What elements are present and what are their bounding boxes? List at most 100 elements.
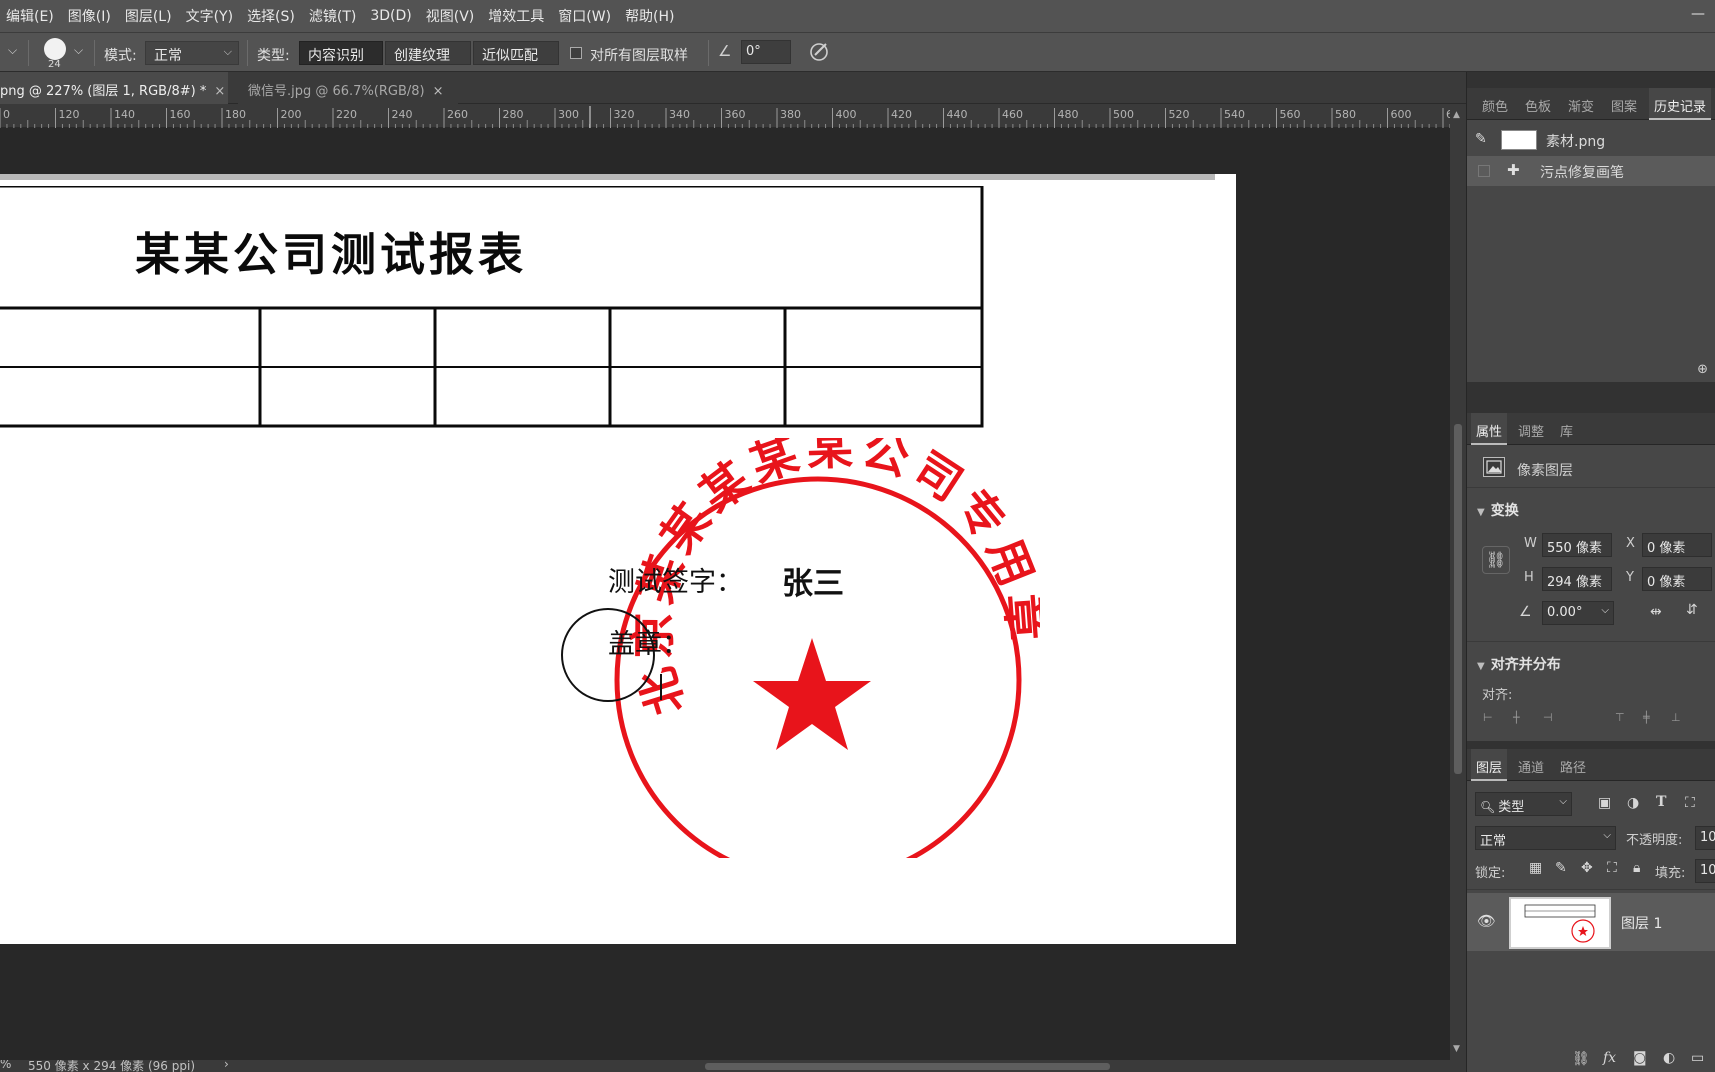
tab-history[interactable]: 历史记录 xyxy=(1649,88,1712,120)
zoom-level[interactable]: % xyxy=(0,1060,11,1071)
tab-patterns[interactable]: 图案 xyxy=(1606,88,1642,120)
layer-name[interactable]: 图层 1 xyxy=(1621,913,1662,933)
window-minimize-button[interactable]: — xyxy=(1687,6,1709,24)
menu-image[interactable]: 图像(I) xyxy=(68,6,111,26)
lock-all-icon[interactable]: 🔒︎ xyxy=(1633,860,1640,876)
menu-layer[interactable]: 图层(L) xyxy=(125,6,172,26)
brush-picker-chevron-icon[interactable]: ⌵ xyxy=(74,43,83,58)
lock-transparent-pixels-icon[interactable]: ▦ xyxy=(1529,860,1542,876)
tab-libraries[interactable]: 库 xyxy=(1555,413,1578,445)
lock-position-icon[interactable]: ✥ xyxy=(1581,860,1593,876)
scroll-down-icon[interactable]: ▼ xyxy=(1453,1044,1460,1054)
adjustment-layer-icon[interactable]: ◐ xyxy=(1663,1050,1675,1066)
vertical-divider xyxy=(247,40,248,66)
filter-shape-layers-icon[interactable]: ⛶ xyxy=(1685,795,1695,811)
fill-input[interactable]: 100% xyxy=(1695,859,1715,883)
horizontal-scrollbar-thumb[interactable] xyxy=(705,1063,1110,1070)
height-input[interactable]: 294 像素 xyxy=(1542,567,1612,591)
menu-filter[interactable]: 滤镜(T) xyxy=(309,6,356,26)
layer-filter-dropdown[interactable]: 🔍︎ 类型 ⌵ xyxy=(1475,792,1572,816)
mode-dropdown[interactable]: 正常 ⌵ xyxy=(145,41,239,65)
align-vertical-centers-icon[interactable]: ╪ xyxy=(1643,711,1650,724)
type-create-texture-button[interactable]: 创建纹理 xyxy=(385,41,471,65)
tab-properties[interactable]: 属性 xyxy=(1471,413,1508,445)
align-section-title[interactable]: ▼ 对齐并分布 xyxy=(1477,654,1561,674)
history-step[interactable]: ✚ 污点修复画笔 xyxy=(1467,156,1715,186)
transform-section-title[interactable]: ▼ 变换 xyxy=(1477,500,1519,520)
blend-mode-dropdown[interactable]: 正常 ⌵ xyxy=(1475,826,1616,850)
vertical-scrollbar[interactable]: ▲ ▼ xyxy=(1450,104,1466,1060)
brush-picker-button[interactable]: 24 xyxy=(40,35,70,71)
eye-icon[interactable]: 👁︎ xyxy=(1477,912,1496,930)
tab-channels[interactable]: 通道 xyxy=(1513,749,1549,781)
layer-style-icon[interactable]: fx xyxy=(1603,1050,1616,1066)
tab-document-png[interactable]: png @ 227% (图层 1, RGB/8#) * × xyxy=(0,72,228,104)
filter-adjustment-layers-icon[interactable]: ◑ xyxy=(1627,795,1639,811)
link-layers-icon[interactable]: ⛓ xyxy=(1572,1051,1590,1067)
chevron-down-icon: ▼ xyxy=(1477,661,1485,672)
layer-mask-icon[interactable]: ◙ xyxy=(1633,1050,1647,1066)
align-left-edges-icon[interactable]: ⊢ xyxy=(1483,711,1493,724)
menu-bar: 编辑(E) 图像(I) 图层(L) 文字(Y) 选择(S) 滤镜(T) 3D(D… xyxy=(0,0,1715,32)
x-input[interactable]: 0 像素 xyxy=(1642,533,1712,557)
type-proximity-match-button[interactable]: 近似匹配 xyxy=(473,41,559,65)
close-icon[interactable]: × xyxy=(433,84,444,99)
tool-preset-chevron-icon[interactable]: ⌵ xyxy=(8,43,17,58)
canvas-area[interactable]: 某某公司测试报表 北京某某某某某公司专用章 测试签字： 张三 盖章： xyxy=(0,128,1450,1060)
menu-window[interactable]: 窗口(W) xyxy=(558,6,611,26)
menu-type[interactable]: 文字(Y) xyxy=(186,6,233,26)
document-canvas[interactable]: 某某公司测试报表 北京某某某某某公司专用章 测试签字： 张三 盖章： xyxy=(0,174,1236,944)
link-dimensions-button[interactable]: ⛓ xyxy=(1482,546,1510,574)
new-group-icon[interactable]: ▭ xyxy=(1691,1050,1704,1066)
tab-paths[interactable]: 路径 xyxy=(1555,749,1591,781)
layer-row[interactable]: 👁︎ 图层 1 xyxy=(1467,893,1715,951)
history-brush-source-icon[interactable]: ✎ xyxy=(1475,131,1487,147)
menu-help[interactable]: 帮助(H) xyxy=(625,6,674,26)
tab-gradients[interactable]: 渐变 xyxy=(1563,88,1599,120)
chevron-down-icon: ▼ xyxy=(1477,507,1485,518)
align-bottom-edges-icon[interactable]: ⊥ xyxy=(1671,711,1681,724)
y-input[interactable]: 0 像素 xyxy=(1642,567,1712,591)
menu-view[interactable]: 视图(V) xyxy=(426,6,475,26)
new-snapshot-icon[interactable]: ⊕ xyxy=(1697,362,1708,377)
tab-adjustments[interactable]: 调整 xyxy=(1513,413,1549,445)
seal-star-icon xyxy=(753,638,871,750)
ruler-label: 320 xyxy=(614,108,635,121)
tab-swatches[interactable]: 色板 xyxy=(1520,88,1556,120)
filter-pixel-layers-icon[interactable]: ▣ xyxy=(1598,795,1611,811)
segment-label: 近似匹配 xyxy=(482,48,538,64)
tab-layers[interactable]: 图层 xyxy=(1471,749,1508,781)
scrollbar-thumb[interactable] xyxy=(1454,424,1462,774)
history-snapshot[interactable]: ✎ 素材.png xyxy=(1467,125,1715,155)
flip-vertical-icon[interactable]: ⇵ xyxy=(1686,602,1698,618)
flip-horizontal-icon[interactable]: ⇹ xyxy=(1650,604,1662,620)
width-input[interactable]: 550 像素 xyxy=(1542,533,1612,557)
align-top-edges-icon[interactable]: ⊤ xyxy=(1615,711,1625,724)
ruler-label: 400 xyxy=(836,108,857,121)
tab-document-wechat[interactable]: 微信号.jpg @ 66.7%(RGB/8) × xyxy=(238,72,458,104)
tab-color[interactable]: 颜色 xyxy=(1477,88,1513,120)
history-step-checkbox[interactable] xyxy=(1478,165,1490,177)
angle-input[interactable]: 0° xyxy=(741,40,791,64)
opacity-input[interactable]: 100% xyxy=(1695,826,1715,850)
close-icon[interactable]: × xyxy=(214,84,225,99)
status-arrow-icon[interactable]: › xyxy=(224,1060,229,1071)
scroll-up-icon[interactable]: ▲ xyxy=(1453,110,1460,120)
align-horizontal-centers-icon[interactable]: ┼ xyxy=(1513,711,1520,724)
pressure-size-icon[interactable] xyxy=(808,39,832,63)
type-content-aware-button[interactable]: 内容识别 xyxy=(299,41,383,65)
lock-image-pixels-icon[interactable]: ✎ xyxy=(1555,860,1567,876)
menu-plugins[interactable]: 增效工具 xyxy=(488,6,544,26)
chevron-down-icon: ⌵ xyxy=(1601,605,1609,616)
opacity-value: 100% xyxy=(1700,830,1715,845)
menu-edit[interactable]: 编辑(E) xyxy=(6,6,54,26)
align-right-edges-icon[interactable]: ⊣ xyxy=(1543,711,1553,724)
filter-type-layers-icon[interactable]: T xyxy=(1656,794,1666,810)
menu-select[interactable]: 选择(S) xyxy=(247,6,295,26)
sample-all-layers-checkbox[interactable] xyxy=(570,47,582,59)
height-label: H xyxy=(1524,570,1534,585)
rotation-input[interactable]: 0.00° ⌵ xyxy=(1542,601,1614,625)
menu-3d[interactable]: 3D(D) xyxy=(370,8,411,24)
mode-label: 模式: xyxy=(104,48,137,64)
lock-artboard-icon[interactable]: ⛶ xyxy=(1607,860,1617,876)
